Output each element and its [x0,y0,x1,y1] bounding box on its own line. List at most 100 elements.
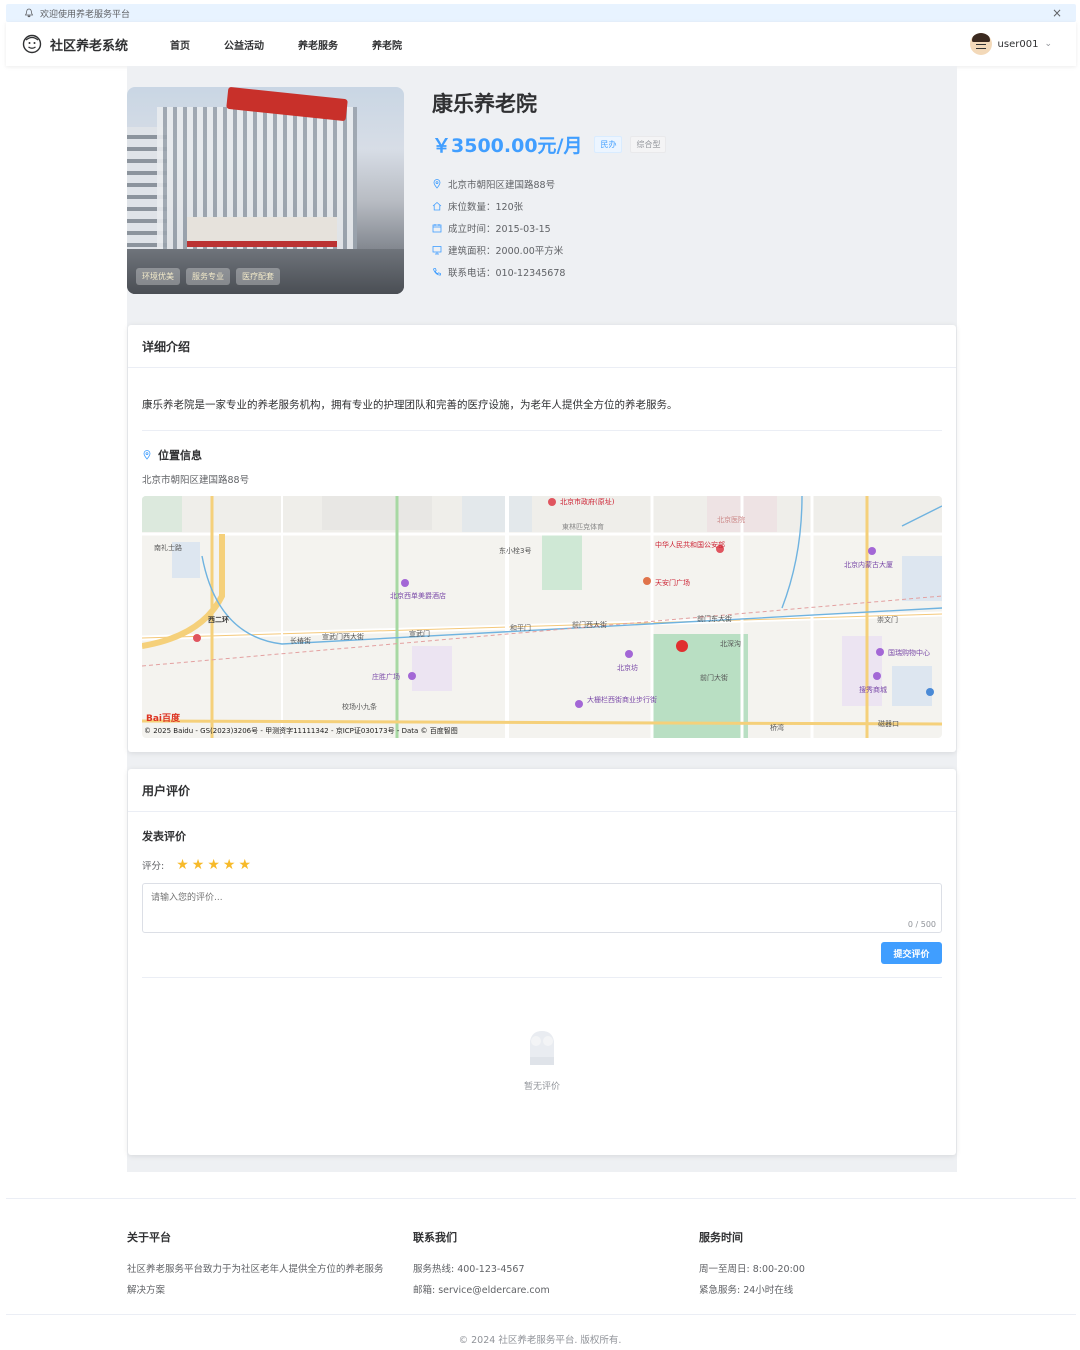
footer-emergency: 紧急服务: 24小时在线 [699,1285,794,1296]
home-icon [432,201,442,211]
nav-links: 首页 公益活动 养老服务 养老院 [170,37,436,52]
navbar: 社区养老系统 首页 公益活动 养老服务 养老院 user001 ⌄ [6,22,1076,66]
footer-email[interactable]: 邮箱: service@eldercare.com [413,1280,673,1301]
empty-box-icon [530,1031,554,1065]
phone-icon [433,268,441,276]
footer-weekly-hours: 周一至周日: 8:00-20:00 [699,1264,805,1275]
footer-contact: 联系我们 服务热线: 400-123-4567 邮箱: service@elde… [413,1229,673,1301]
empty-text: 暂无评价 [523,1082,560,1092]
user-menu[interactable]: user001 ⌄ [969,33,1052,55]
post-review-title: 发表评价 [142,830,186,843]
logo[interactable]: 社区养老系统 [22,34,128,54]
map-logo: Bai百度 [146,714,181,724]
feature-tag: 环境优美 [136,268,180,285]
map-label: 北京坊 [617,663,638,672]
footer-hours: 服务时间 周一至周日: 8:00-20:00 紧急服务: 24小时在线 [699,1229,959,1301]
elder-icon [22,34,42,54]
review-textarea[interactable] [142,883,942,933]
nav-services[interactable]: 养老服务 [298,37,338,52]
map-label: 崇文门 [877,615,898,624]
type-badge: 综合型 [630,136,667,153]
star-icon[interactable]: ★ [192,857,205,873]
map-label: 大栅栏西街商业步行街 [587,695,657,704]
info-address: 北京市朝阳区建国路88号 [432,173,565,195]
footer-hours-title: 服务时间 [699,1231,743,1244]
map-label: 北京西单美爵酒店 [390,591,446,600]
star-rating[interactable]: ★ ★ ★ ★ ★ [176,857,254,873]
price: ￥3500.00元/月 [432,135,583,157]
map-label: 长椿街 [290,636,311,645]
map-label: 桥湾 [770,723,784,732]
nav-home[interactable]: 首页 [170,37,190,52]
location-title: 位置信息 [142,447,202,463]
map-label: 北京市政府(原址) [560,497,615,506]
detail-header: 详细介绍 [128,325,956,368]
rating-row: 评分: ★ ★ ★ ★ ★ [142,857,254,873]
notice-text: 欢迎使用养老服务平台 [40,9,131,20]
nursing-home-photo: 环境优美 服务专业 医疗配套 [127,87,404,294]
map[interactable]: 南礼士路 东小栓3号 中华人民共和国公安部 北京内蒙古大厦 天安门广场 北京西单… [142,496,942,738]
info-area: 建筑面积：2000.00平方米 [432,239,565,261]
map-label: 和平门 [510,623,531,632]
monitor-icon [432,246,442,255]
map-label: 搜秀商城 [859,685,887,694]
footer-divider [6,1314,1076,1315]
map-label: 前门西大街 [572,620,607,629]
bell-icon [24,8,34,18]
map-label: 中华人民共和国公安部 [655,540,725,549]
map-label: 北京医院 [717,515,745,524]
username: user001 [997,38,1039,50]
submit-review-button[interactable]: 提交评价 [881,942,942,964]
map-label: 東林匹克体育 [562,522,604,531]
price-row: ￥3500.00元/月 民办 综合型 [432,131,674,158]
page-title: 康乐养老院 [432,92,537,116]
logo-text: 社区养老系统 [50,38,129,54]
map-label: 西二环 [208,616,229,624]
star-icon[interactable]: ★ [207,857,220,873]
feature-tag: 医疗配套 [236,268,280,285]
close-icon[interactable]: × [1052,6,1062,20]
copyright: © 2024 社区养老服务平台. 版权所有. [458,1335,622,1346]
footer-about-title: 关于平台 [127,1231,171,1244]
map-label: 前门大街 [700,673,728,682]
divider [142,977,942,978]
star-icon[interactable]: ★ [223,857,236,873]
map-label: 国瑞购物中心 [888,648,930,657]
map-label: 南礼士路 [154,543,182,552]
info-phone: 联系电话：010-12345678 [432,261,565,283]
map-label: 庄胜广场 [372,672,400,681]
rating-label: 评分: [142,861,165,872]
info-beds: 床位数量：120张 [432,195,565,217]
map-label: 宣武门 [409,629,430,638]
map-credit: © 2025 Baidu - GS(2023)3206号 - 甲测资字11111… [144,727,458,735]
map-label: 校场小九条 [342,702,377,711]
ownership-badge: 民办 [594,136,623,153]
footer-phone: 服务热线: 400-123-4567 [413,1264,525,1275]
map-label: 前门东大街 [697,614,732,623]
star-icon[interactable]: ★ [176,857,189,873]
nav-nursing-homes[interactable]: 养老院 [372,37,402,52]
map-label: 东小栓3号 [499,546,531,555]
location-icon [433,179,441,189]
empty-state: 暂无评价 [128,1027,956,1092]
map-label: 北深沟 [720,639,741,648]
feature-tag: 服务专业 [186,268,230,285]
nav-activities[interactable]: 公益活动 [224,37,264,52]
notice-bar: 欢迎使用养老服务平台 × [6,4,1076,22]
footer-about-text: 社区养老服务平台致力于为社区老年人提供全方位的养老服务解决方案 [127,1264,384,1296]
info-founded: 成立时间：2015-03-15 [432,217,565,239]
char-count: 0 / 500 [907,920,936,929]
reviews-card: 用户评价 发表评价 评分: ★ ★ ★ ★ ★ 0 / 500 提交评价 暂无评… [128,769,956,1155]
detail-card: 详细介绍 康乐养老院是一家专业的养老服务机构，拥有专业的护理团队和完善的医疗设施… [128,325,956,752]
footer-divider [6,1198,1076,1199]
description: 康乐养老院是一家专业的养老服务机构，拥有专业的护理团队和完善的医疗设施，为老年人… [142,399,678,411]
calendar-icon [432,224,442,233]
map-label: 宣武门西大街 [322,632,364,641]
location-address: 北京市朝阳区建国路88号 [142,475,250,486]
avatar [969,33,992,55]
map-label: 北京内蒙古大厦 [844,560,893,569]
map-label: 天安门广场 [655,578,690,587]
chevron-down-icon: ⌄ [1044,39,1052,49]
map-canvas[interactable]: 南礼士路 东小栓3号 中华人民共和国公安部 北京内蒙古大厦 天安门广场 北京西单… [142,496,942,738]
star-icon[interactable]: ★ [238,857,251,873]
